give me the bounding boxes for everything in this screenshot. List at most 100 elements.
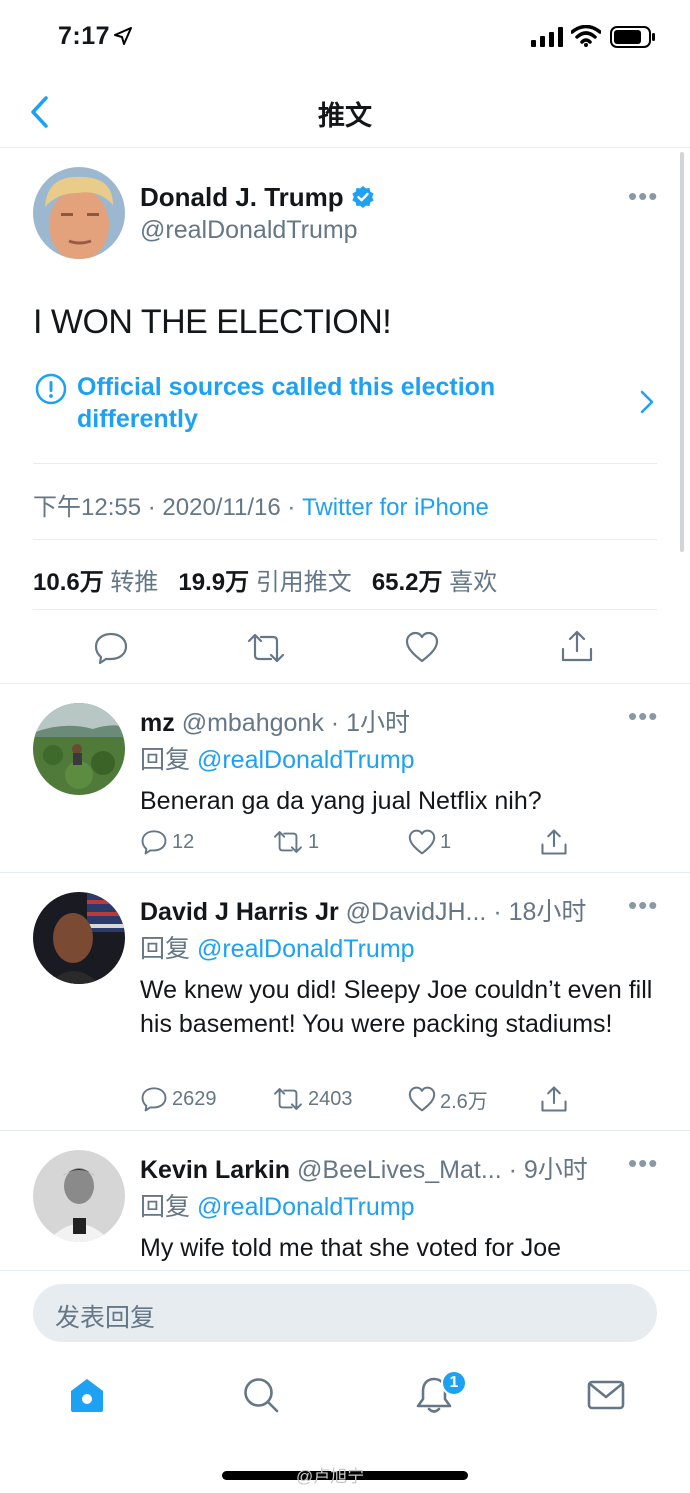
more-icon[interactable]: ••• [628, 181, 658, 212]
scrollbar[interactable] [680, 152, 684, 552]
share-icon [541, 829, 567, 855]
reply-button[interactable]: 12 [140, 827, 194, 857]
avatar[interactable] [33, 703, 125, 795]
divider [33, 609, 657, 610]
compose-bar: 发表回复 [0, 1270, 690, 1360]
retweet-icon [274, 1088, 302, 1110]
watermark: @卢旭宁 [296, 1467, 365, 1486]
share-icon [541, 1086, 567, 1112]
reply-tweet[interactable]: mz @mbahgonk · 1小时 ••• 回复 @realDonaldTru… [0, 685, 690, 873]
likes-stat[interactable]: 65.2万 喜欢 [372, 569, 497, 596]
reply-actions: 2629 2403 2.6万 [140, 1084, 580, 1114]
more-icon[interactable]: ••• [628, 701, 658, 732]
reply-icon [141, 830, 167, 855]
messages-icon[interactable] [587, 1376, 625, 1414]
like-count: 2.6万 [440, 1090, 488, 1113]
more-icon[interactable]: ••• [628, 890, 658, 921]
like-button[interactable]: 2.6万 [408, 1084, 488, 1114]
home-icon[interactable] [68, 1376, 106, 1414]
like-icon[interactable] [405, 631, 439, 663]
reply-input-placeholder: 发表回复 [55, 1304, 156, 1332]
divider [33, 539, 657, 540]
reply-author-name[interactable]: David J Harris Jr [140, 898, 339, 926]
reply-prefix: 回复 [140, 935, 191, 963]
nav-header: 推文 [0, 76, 690, 148]
tweet-stats: 10.6万 转推 19.9万 引用推文 65.2万 喜欢 [33, 562, 497, 597]
reply-tweet[interactable]: David J Harris Jr @DavidJH... · 18小时 •••… [0, 874, 690, 1131]
like-icon [408, 829, 436, 855]
reply-tweet[interactable]: Kevin Larkin @BeeLives_Mat... · 9小时 ••• … [0, 1132, 690, 1270]
reply-author-handle[interactable]: @mbahgonk [182, 709, 324, 737]
author-name[interactable]: Donald J. Trump [140, 182, 344, 213]
battery-icon [610, 26, 655, 48]
tweet-actions [0, 627, 690, 669]
reply-time: 18小时 [508, 898, 587, 926]
retweet-button[interactable]: 2403 [272, 1084, 353, 1114]
reply-author-name[interactable]: mz [140, 709, 175, 737]
reply-to-link[interactable]: @realDonaldTrump [197, 746, 415, 774]
retweet-icon [274, 831, 302, 853]
tweet-text: I WON THE ELECTION! [33, 303, 392, 341]
more-icon[interactable]: ••• [628, 1148, 658, 1179]
reply-time: 1小时 [346, 709, 410, 737]
reply-actions: 12 1 1 [140, 827, 580, 857]
reply-to: 回复 @realDonaldTrump [140, 1187, 415, 1223]
election-notice-link[interactable]: Official sources called this election di… [33, 371, 657, 441]
tab-bar [0, 1362, 690, 1432]
avatar[interactable] [33, 1150, 125, 1242]
retweets-stat[interactable]: 10.6万 转推 [33, 569, 158, 596]
reply-author-name[interactable]: Kevin Larkin [140, 1156, 290, 1184]
search-icon[interactable] [242, 1376, 280, 1414]
retweet-count: 1 [308, 830, 320, 853]
status-bar: 7:17 [0, 0, 690, 76]
reply-prefix: 回复 [140, 1193, 191, 1221]
reply-to-link[interactable]: @realDonaldTrump [197, 1193, 415, 1221]
reply-to-link[interactable]: @realDonaldTrump [197, 935, 415, 963]
reply-header: mz @mbahgonk · 1小时 [140, 703, 410, 739]
separator: · [330, 709, 340, 737]
share-icon[interactable] [560, 629, 594, 663]
tweet-source-link[interactable]: Twitter for iPhone [302, 494, 489, 521]
share-button[interactable] [540, 1084, 568, 1114]
reply-input[interactable]: 发表回复 [33, 1284, 657, 1342]
reply-author-handle[interactable]: @DavidJH... [346, 898, 487, 926]
reply-prefix: 回复 [140, 746, 191, 774]
reply-header: Kevin Larkin @BeeLives_Mat... · 9小时 [140, 1150, 588, 1186]
reply-icon[interactable] [94, 631, 128, 665]
reply-to: 回复 @realDonaldTrump [140, 929, 415, 965]
reply-header: David J Harris Jr @DavidJH... · 18小时 [140, 892, 586, 928]
reply-text: We knew you did! Sleepy Joe couldn’t eve… [140, 976, 653, 1038]
reply-button[interactable]: 2629 [140, 1084, 217, 1114]
info-icon [35, 373, 67, 405]
avatar[interactable] [33, 892, 125, 984]
like-icon [408, 1086, 436, 1112]
reply-text: Beneran ga da yang jual Netflix nih? [140, 787, 542, 815]
separator: · [508, 1156, 517, 1184]
tweet-meta: 下午12:55 · 2020/11/16 · Twitter for iPhon… [33, 487, 489, 522]
main-tweet: Donald J. Trump @realDonaldTrump ••• I W… [0, 149, 690, 684]
retweet-count: 2403 [308, 1087, 353, 1110]
status-time: 7:17 [58, 22, 111, 50]
author-handle[interactable]: @realDonaldTrump [140, 216, 358, 245]
reply-text: My wife told me that she voted for Joe [140, 1234, 562, 1262]
like-button[interactable]: 1 [408, 827, 451, 857]
separator: · [287, 494, 303, 521]
tweet-date: 2020/11/16 [162, 494, 281, 521]
reply-author-handle[interactable]: @BeeLives_Mat... [297, 1156, 502, 1184]
retweet-button[interactable]: 1 [272, 827, 319, 857]
reply-time: 9小时 [523, 1156, 588, 1184]
divider [33, 463, 657, 464]
reply-count: 12 [172, 830, 195, 853]
quotes-stat[interactable]: 19.9万 引用推文 [178, 569, 351, 596]
reply-icon [141, 1087, 167, 1112]
verified-badge-icon [352, 186, 374, 208]
retweet-icon[interactable] [247, 631, 285, 665]
share-button[interactable] [540, 827, 568, 857]
reply-to: 回复 @realDonaldTrump [140, 740, 415, 776]
chevron-right-icon [640, 390, 654, 414]
avatar[interactable] [33, 167, 125, 259]
separator: · [493, 898, 502, 926]
tweet-time: 下午12:55 [33, 494, 142, 521]
reply-count: 2629 [172, 1087, 217, 1110]
like-count: 1 [440, 830, 452, 853]
